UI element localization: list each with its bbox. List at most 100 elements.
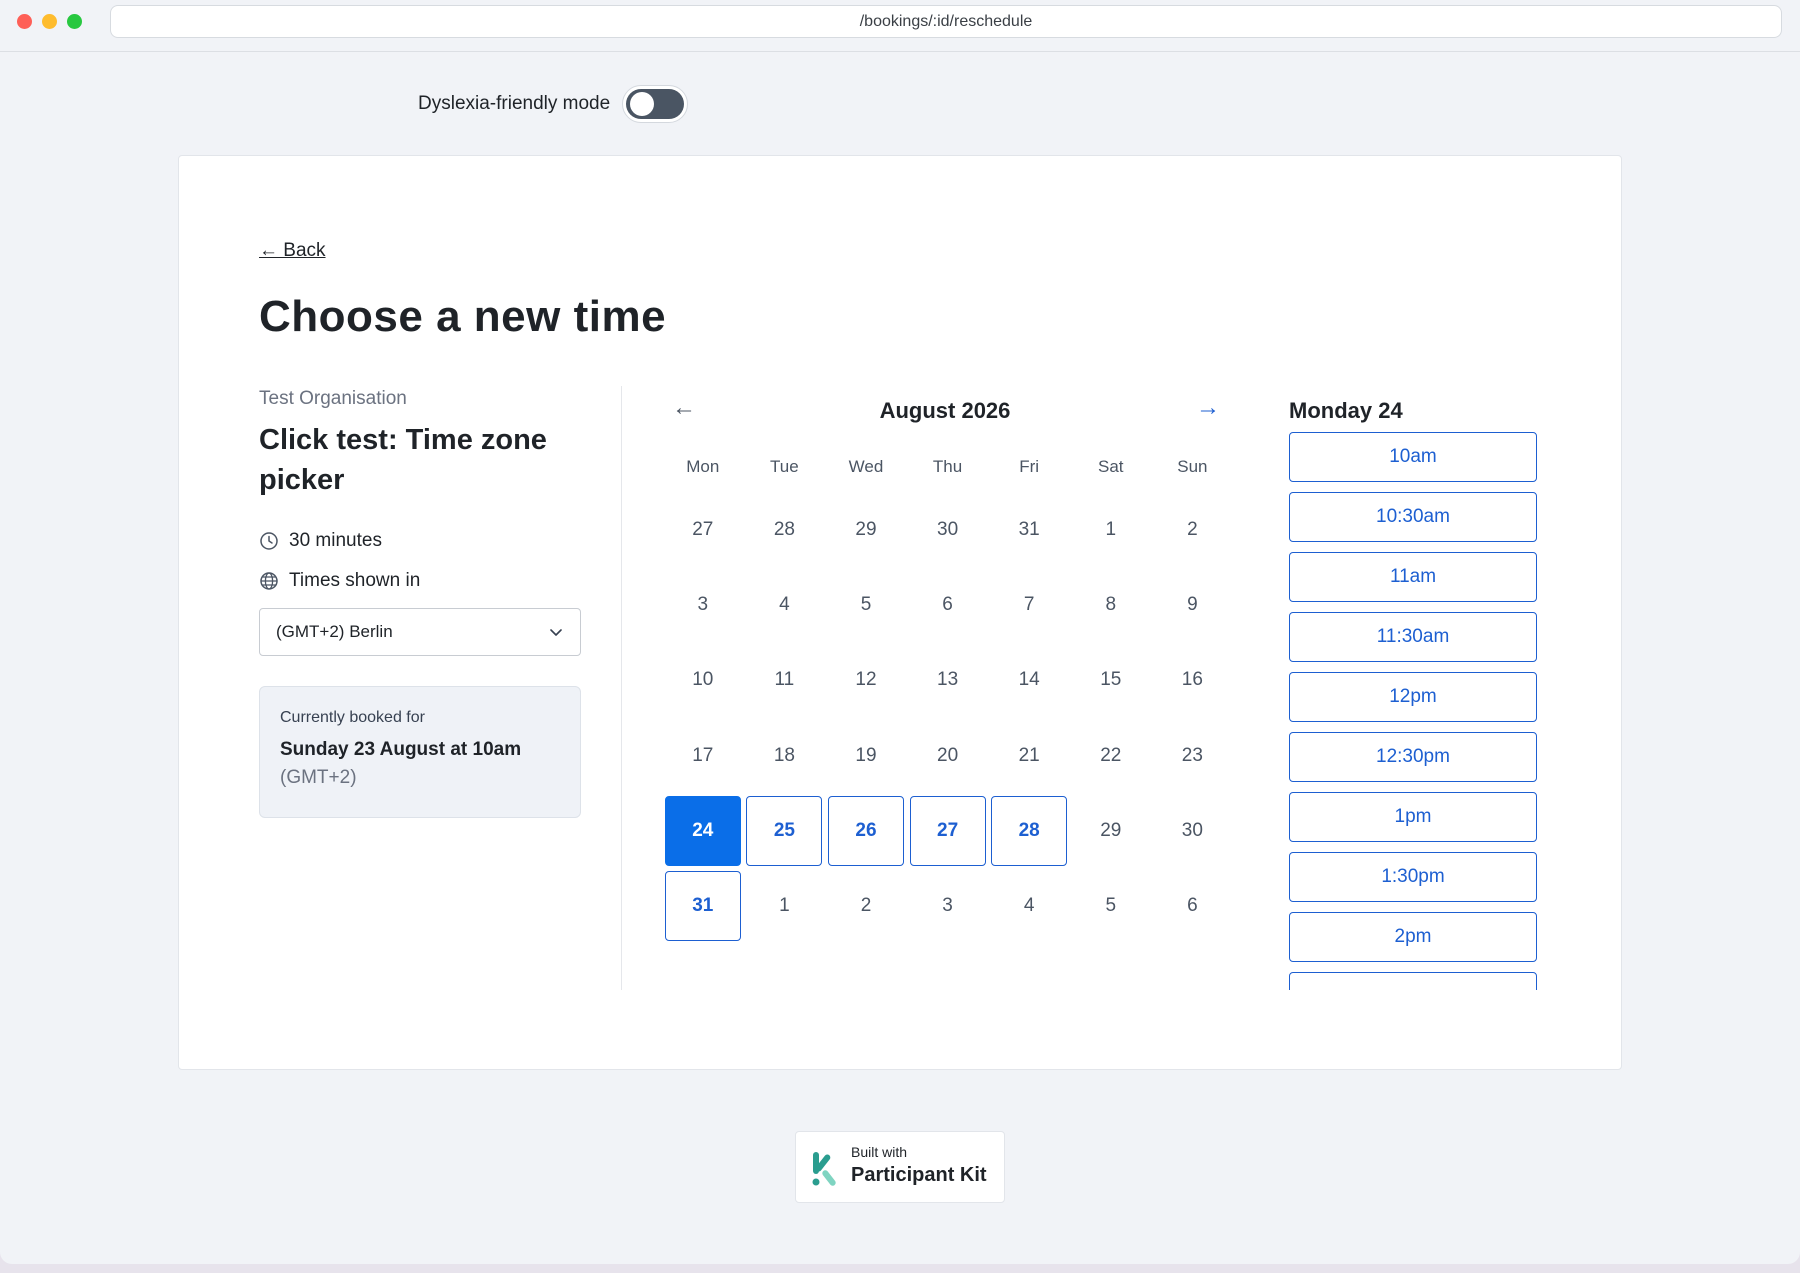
time-slot-button[interactable]: 11am: [1289, 552, 1537, 602]
calendar-day-label: 5: [1105, 895, 1117, 917]
calendar-day-label: 14: [1018, 669, 1040, 691]
calendar-day: 29: [825, 492, 907, 567]
reschedule-card: ← Back Choose a new time Test Organisati…: [178, 155, 1622, 1070]
page-title: Choose a new time: [259, 292, 667, 341]
calendar-day-label: 6: [1187, 895, 1198, 917]
time-slot-button[interactable]: 12:30pm: [1289, 732, 1537, 782]
time-slot-button[interactable]: 10am: [1289, 432, 1537, 482]
back-link[interactable]: ← Back: [259, 240, 326, 262]
calendar-day-label: 31: [1018, 518, 1040, 540]
calendar-day-label: 17: [692, 744, 714, 766]
address-bar[interactable]: /bookings/:id/reschedule: [110, 5, 1782, 38]
dyslexia-toggle-label: Dyslexia-friendly mode: [418, 93, 611, 114]
time-slot-button[interactable]: 10:30am: [1289, 492, 1537, 542]
calendar-day: 31: [988, 492, 1070, 567]
calendar-day: 4: [744, 567, 826, 642]
calendar-day: 11: [744, 643, 826, 718]
calendar-day-label: 29: [1100, 819, 1122, 841]
next-month-button[interactable]: →: [1196, 394, 1220, 422]
built-with-label: Built with: [851, 1144, 908, 1160]
calendar-day: 20: [907, 718, 989, 793]
weekday-header: Mon Tue Wed Thu Fri Sat Sun: [662, 452, 1228, 482]
calendar-day: 12: [825, 643, 907, 718]
calendar-day-label: 3: [697, 593, 709, 615]
organisation-name: Test Organisation: [259, 388, 407, 409]
calendar-day-label: 26: [827, 795, 904, 866]
time-slots: Monday 24 10am 10:30am 11am 11:30am 12pm 12:3…: [1289, 388, 1539, 990]
calendar-day-label: 31: [664, 871, 741, 942]
calendar-day-label: 25: [746, 795, 823, 866]
duration-row: 30 minutes: [259, 530, 581, 552]
calendar-day: 1: [744, 868, 826, 943]
calendar-day-label: 20: [937, 744, 959, 766]
participant-kit-logo-icon: [812, 1152, 836, 1186]
time-slot-button[interactable]: 12pm: [1289, 672, 1537, 722]
calendar-day-label: 7: [1023, 593, 1035, 615]
time-slot-button[interactable]: 2pm: [1289, 912, 1537, 962]
calendar-day: 1: [1070, 492, 1152, 567]
calendar-day: 21: [988, 718, 1070, 793]
calendar-day-available[interactable]: 26: [825, 793, 907, 868]
calendar-day: 3: [662, 567, 744, 642]
calendar-day: 7: [988, 567, 1070, 642]
calendar-day: 15: [1070, 643, 1152, 718]
calendar-day-label: 2: [1187, 518, 1198, 540]
calendar-day-label: 28: [991, 795, 1068, 866]
calendar-day: 19: [825, 718, 907, 793]
duration-text: 30 minutes: [289, 530, 382, 551]
calendar-day-label: 2: [860, 895, 872, 917]
weekday-tue: Tue: [770, 457, 799, 476]
current-booking-when: Sunday 23 August at 10am: [280, 739, 522, 760]
calendar-day-available[interactable]: 28: [988, 793, 1070, 868]
close-window-button[interactable]: [17, 14, 32, 29]
calendar: ← August 2026 → Mon Tue Wed Thu Fri Sat Sun 27…: [662, 388, 1228, 944]
title-bar: /bookings/:id/reschedule: [0, 0, 1800, 52]
dyslexia-toggle[interactable]: [622, 85, 689, 123]
timezone-select-value: (GMT+2) Berlin: [276, 622, 393, 641]
calendar-day: 3: [907, 868, 989, 943]
minimize-window-button[interactable]: [42, 14, 57, 29]
calendar-day-label: 3: [942, 895, 953, 917]
toggle-track: [626, 89, 685, 119]
maximize-window-button[interactable]: [67, 14, 82, 29]
calendar-day: 30: [907, 492, 989, 567]
slots-day-title: Monday 24: [1289, 398, 1403, 423]
calendar-day-available[interactable]: 31: [662, 868, 744, 943]
event-title: Click test: Time zone picker: [259, 424, 547, 496]
timezone-row: Times shown in: [259, 570, 581, 592]
calendar-day-label: 5: [860, 593, 872, 615]
calendar-day: 2: [1152, 492, 1234, 567]
weekday-thu: Thu: [932, 457, 963, 476]
calendar-day-label: 29: [855, 518, 877, 540]
calendar-day-label: 4: [779, 593, 790, 615]
calendar-day-label: 1: [1105, 518, 1117, 540]
calendar-day: 29: [1070, 793, 1152, 868]
time-slot-button[interactable]: 11:30am: [1289, 612, 1537, 662]
calendar-day: 16: [1152, 643, 1234, 718]
time-slot-button[interactable]: 1:30pm: [1289, 852, 1537, 902]
calendar-day: 2: [825, 868, 907, 943]
calendar-day-selected[interactable]: 24: [662, 793, 744, 868]
calendar-day: 10: [662, 643, 744, 718]
calendar-day-available[interactable]: 25: [744, 793, 826, 868]
time-slot-button[interactable]: 1pm: [1289, 792, 1537, 842]
timezone-select[interactable]: (GMT+2) Berlin: [259, 608, 581, 656]
calendar-day-label: 9: [1187, 593, 1198, 615]
time-slot-button[interactable]: [1289, 972, 1537, 990]
timezone-label: Times shown in: [289, 570, 421, 591]
browser-window: /bookings/:id/reschedule Dyslexia-friend…: [0, 0, 1800, 1264]
calendar-day-label: 21: [1018, 744, 1040, 766]
calendar-day-label: 15: [1100, 669, 1122, 691]
weekday-wed: Wed: [848, 457, 884, 476]
calendar-day-label: 11: [774, 669, 795, 691]
event-details: Test Organisation Click test: Time zone …: [259, 388, 581, 818]
calendar-day-label: 30: [1181, 819, 1203, 841]
built-with-badge[interactable]: Built with Participant Kit: [795, 1131, 1005, 1203]
calendar-day-available[interactable]: 27: [907, 793, 989, 868]
calendar-day-label: 16: [1181, 669, 1203, 691]
calendar-day: 8: [1070, 567, 1152, 642]
calendar-day: 6: [1152, 868, 1234, 943]
calendar-day: 23: [1152, 718, 1234, 793]
calendar-month: August 2026: [879, 398, 1011, 423]
calendar-day: 17: [662, 718, 744, 793]
